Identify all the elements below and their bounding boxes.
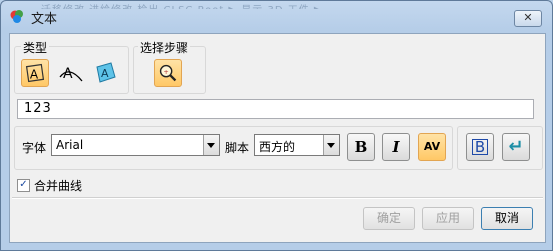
dialog-client-area: 类型 A A A 选择步骤 + 123 字体 Arial 脚本 西方的 B I … <box>9 33 546 243</box>
svg-text:A: A <box>30 68 39 82</box>
character-spacing-button[interactable]: AV <box>418 133 446 161</box>
font-select[interactable]: Arial <box>51 134 220 156</box>
script-select[interactable]: 西方的 <box>254 134 340 156</box>
merge-curves-label: 合并曲线 <box>34 179 83 193</box>
ok-button[interactable]: 确定 <box>363 207 415 230</box>
character-spacing-icon: AV <box>423 140 441 153</box>
script-select-value: 西方的 <box>259 140 296 154</box>
on-face-text-icon: A <box>96 62 116 83</box>
italic-button[interactable]: I <box>382 133 410 161</box>
selection-step-label: 选择步骤 <box>138 39 191 56</box>
text-input[interactable]: 123 <box>17 99 534 119</box>
svg-text:A: A <box>101 67 109 80</box>
selection-step-group: 选择步骤 + <box>133 39 206 94</box>
type-group: 类型 A A A <box>14 39 129 94</box>
planar-text-button[interactable]: A <box>21 59 49 87</box>
on-curve-text-button[interactable]: A <box>57 59 85 87</box>
apply-button[interactable]: 应用 <box>422 207 474 230</box>
frame-text-button[interactable]: B <box>466 133 494 161</box>
divider <box>12 197 543 199</box>
select-point-icon: + <box>159 64 177 82</box>
dialog-window: 迁移修改 进给修改 检出 CLSC Root ▶ 显示 3D 工件 ▶ 文本 ✕… <box>0 0 553 251</box>
enter-arrow-icon: ↵ <box>508 136 524 157</box>
merge-curves-checkbox[interactable]: ✓ <box>17 179 30 192</box>
font-label: 字体 <box>22 141 47 155</box>
planar-text-icon: A <box>25 63 45 83</box>
font-select-value: Arial <box>56 138 84 152</box>
on-face-text-button[interactable]: A <box>91 59 119 87</box>
app-logo-icon <box>10 10 23 23</box>
close-icon: ✕ <box>523 11 533 24</box>
cancel-button[interactable]: 取消 <box>481 207 533 230</box>
bold-button[interactable]: B <box>347 133 375 161</box>
svg-text:+: + <box>163 68 168 76</box>
italic-icon: I <box>392 138 400 156</box>
apply-text-button[interactable]: ↵ <box>502 133 530 161</box>
title-bar[interactable]: 文本 ✕ <box>1 1 552 29</box>
chevron-down-icon[interactable] <box>323 135 339 155</box>
chevron-down-icon[interactable] <box>203 135 219 155</box>
on-curve-text-icon: A <box>59 66 83 82</box>
dialog-title: 文本 <box>31 12 58 27</box>
svg-text:A: A <box>63 66 73 82</box>
close-button[interactable]: ✕ <box>514 10 542 27</box>
script-label: 脚本 <box>225 141 250 155</box>
frame-text-icon: B <box>471 139 489 155</box>
select-point-button[interactable]: + <box>154 59 182 87</box>
bold-icon: B <box>354 138 368 156</box>
type-group-label: 类型 <box>21 39 50 56</box>
